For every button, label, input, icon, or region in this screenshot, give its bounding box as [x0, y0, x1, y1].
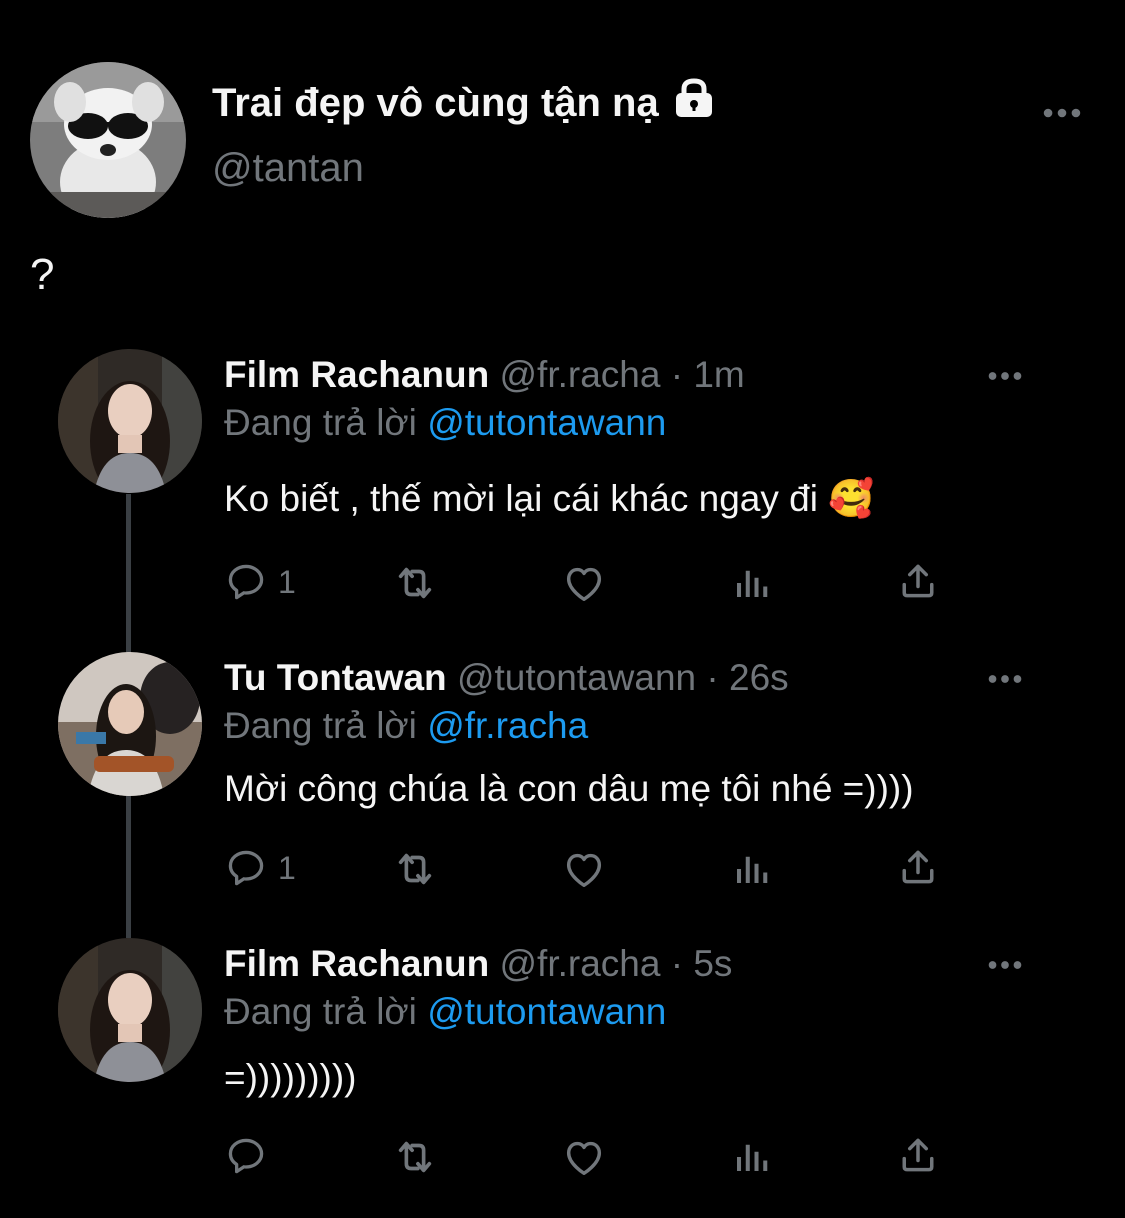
views-button[interactable] — [730, 1134, 772, 1180]
reply-text: Ko biết , thế mời lại cái khác ngay đi — [224, 478, 818, 519]
replying-to-mention[interactable]: @tutontawann — [427, 991, 666, 1032]
reply-icon — [224, 846, 268, 890]
separator-dot: · — [670, 943, 684, 984]
separator-dot: · — [670, 354, 684, 395]
heart-icon — [561, 1134, 607, 1180]
reply-button[interactable]: 1 — [224, 560, 296, 604]
like-button[interactable] — [561, 560, 607, 606]
reply-author-handle[interactable]: @fr.racha — [499, 354, 660, 395]
like-button[interactable] — [561, 1134, 607, 1180]
reply-header: Film Rachanun @fr.racha · 5s — [224, 943, 732, 985]
like-button[interactable] — [561, 846, 607, 892]
share-button[interactable] — [896, 844, 940, 890]
replying-to-row: Đang trả lời @tutontawann — [224, 991, 666, 1033]
reply-header: Tu Tontawan @tutontawann · 26s — [224, 657, 789, 699]
reply-avatar[interactable] — [58, 938, 202, 1082]
more-icon[interactable] — [1043, 106, 1081, 125]
author-avatar[interactable] — [30, 62, 186, 218]
share-icon — [896, 1132, 940, 1178]
reply-header: Film Rachanun @fr.racha · 1m — [224, 354, 745, 396]
reply-author-handle[interactable]: @tutontawann — [457, 657, 696, 698]
reply-avatar[interactable] — [58, 652, 202, 796]
views-button[interactable] — [730, 846, 772, 892]
replying-to-row: Đang trả lời @tutontawann — [224, 402, 666, 444]
retweet-icon — [392, 1134, 438, 1180]
replying-to-mention[interactable]: @tutontawann — [427, 402, 666, 443]
share-button[interactable] — [896, 558, 940, 604]
bar-chart-icon — [730, 846, 772, 892]
replying-to-label: Đang trả lời — [224, 705, 417, 746]
replying-to-mention[interactable]: @fr.racha — [427, 705, 588, 746]
reply-author-handle[interactable]: @fr.racha — [499, 943, 660, 984]
reply-author-name[interactable]: Film Rachanun — [224, 943, 489, 984]
reply-icon — [224, 1134, 268, 1178]
reply-text: Mời công chúa là con dâu mẹ tôi nhé =)))… — [224, 768, 914, 809]
lock-icon — [673, 78, 715, 128]
replying-to-row: Đang trả lời @fr.racha — [224, 705, 588, 747]
separator-dot: · — [706, 657, 719, 698]
reply-count: 1 — [278, 849, 296, 886]
replying-to-label: Đang trả lời — [224, 402, 417, 443]
reply-button[interactable] — [224, 1134, 278, 1178]
retweet-button[interactable] — [392, 560, 438, 606]
reply-author-name[interactable]: Film Rachanun — [224, 354, 489, 395]
heart-icon — [561, 560, 607, 606]
reply-button[interactable]: 1 — [224, 846, 296, 890]
bar-chart-icon — [730, 1134, 772, 1180]
reply-time: 26s — [729, 657, 789, 698]
heart-icon — [561, 846, 607, 892]
author-handle[interactable]: @tantan — [212, 146, 364, 191]
author-display-name-row: Trai đẹp vô cùng tận nạ — [212, 78, 715, 128]
bar-chart-icon — [730, 560, 772, 606]
author-display-name[interactable]: Trai đẹp vô cùng tận nạ — [212, 81, 659, 126]
more-icon[interactable] — [988, 369, 1022, 387]
retweet-button[interactable] — [392, 1134, 438, 1180]
share-icon — [896, 558, 940, 604]
views-button[interactable] — [730, 560, 772, 606]
smiling-hearts-emoji: 🥰 — [828, 478, 875, 519]
reply-author-name[interactable]: Tu Tontawan — [224, 657, 447, 698]
replying-to-label: Đang trả lời — [224, 991, 417, 1032]
reply-time: 1m — [693, 354, 745, 395]
more-icon[interactable] — [988, 958, 1022, 976]
retweet-button[interactable] — [392, 846, 438, 892]
reply-time: 5s — [693, 943, 733, 984]
reply-text-row: Ko biết , thế mời lại cái khác ngay đi 🥰 — [224, 478, 874, 521]
share-button[interactable] — [896, 1132, 940, 1178]
retweet-icon — [392, 846, 438, 892]
share-icon — [896, 844, 940, 890]
reply-avatar[interactable] — [58, 349, 202, 493]
retweet-icon — [392, 560, 438, 606]
reply-icon — [224, 560, 268, 604]
original-tweet-text: ? — [30, 250, 55, 299]
reply-text: =))))))))) — [224, 1057, 357, 1098]
more-icon[interactable] — [988, 672, 1022, 690]
reply-count: 1 — [278, 563, 296, 600]
